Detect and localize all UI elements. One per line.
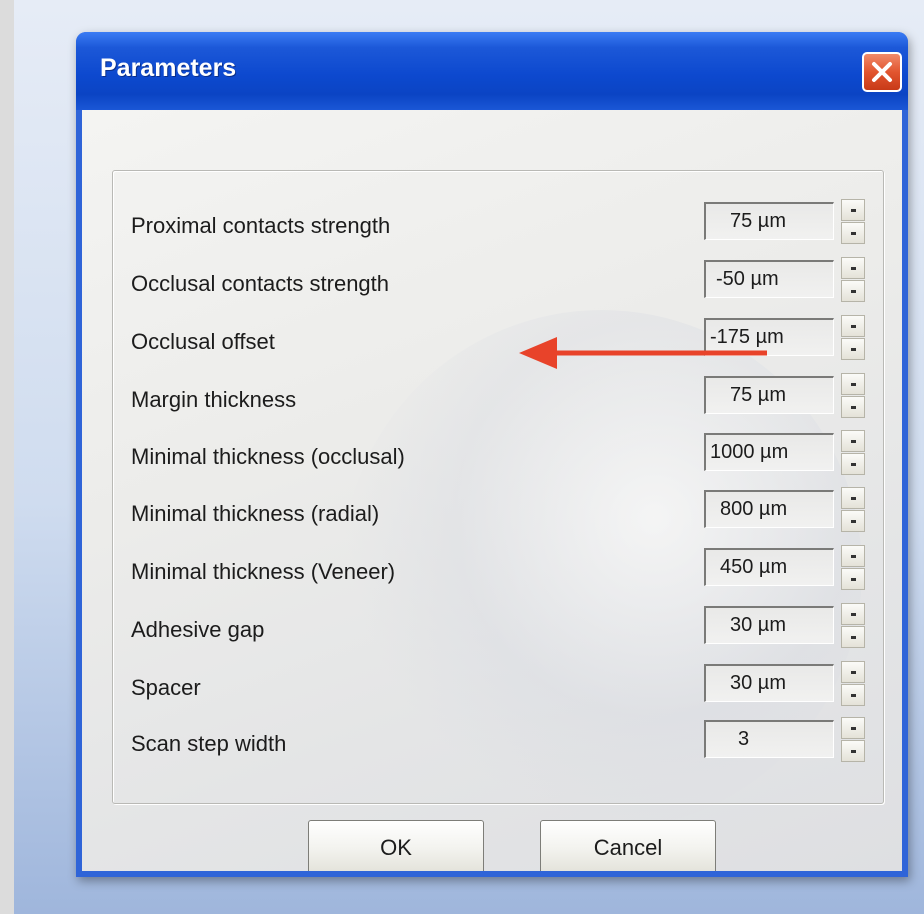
spin-buttons: [841, 661, 865, 707]
param-label: Minimal thickness (occlusal): [131, 444, 405, 469]
spin-down-button[interactable]: [841, 453, 865, 475]
param-value-input[interactable]: 1000 µm: [704, 433, 834, 471]
spin-down-button[interactable]: [841, 338, 865, 360]
param-label: Proximal contacts strength: [131, 213, 391, 238]
param-row-scan-step-width: Scan step width 3: [113, 717, 883, 769]
param-row-occlusal-contacts: Occlusal contacts strength -50 µm: [113, 257, 883, 309]
spin-buttons: [841, 603, 865, 649]
param-value-input[interactable]: 800 µm: [704, 490, 834, 528]
spin-up-button[interactable]: [841, 373, 865, 395]
param-label: Margin thickness: [131, 387, 297, 412]
spin-down-button[interactable]: [841, 626, 865, 648]
spin-buttons: [841, 487, 865, 533]
param-label: Adhesive gap: [131, 617, 265, 642]
window-title: Parameters: [100, 54, 237, 82]
param-label: Minimal thickness (Veneer): [131, 559, 396, 584]
param-label: Scan step width: [131, 731, 287, 756]
spin-up-button[interactable]: [841, 487, 865, 509]
param-label: Occlusal offset: [131, 329, 275, 354]
desktop-background: Parameters Proximal contacts strength 75…: [14, 0, 924, 914]
param-row-min-thickness-radial: Minimal thickness (radial) 800 µm: [113, 487, 883, 539]
param-row-spacer: Spacer 30 µm: [113, 661, 883, 713]
spin-down-button[interactable]: [841, 222, 865, 244]
param-value-input[interactable]: 30 µm: [704, 606, 834, 644]
param-value-input[interactable]: 30 µm: [704, 664, 834, 702]
close-button[interactable]: [862, 52, 902, 92]
param-row-adhesive-gap: Adhesive gap 30 µm: [113, 603, 883, 655]
spin-up-button[interactable]: [841, 199, 865, 221]
param-label: Spacer: [131, 675, 201, 700]
spin-buttons: [841, 315, 865, 361]
arrow-left-icon: [519, 337, 767, 369]
spin-buttons: [841, 199, 865, 245]
spin-buttons: [841, 373, 865, 419]
parameters-group: Proximal contacts strength 75 µm Occlusa…: [112, 170, 884, 804]
param-value-input[interactable]: 3: [704, 720, 834, 758]
spin-buttons: [841, 257, 865, 303]
param-row-proximal-contacts: Proximal contacts strength 75 µm: [113, 199, 883, 251]
parameters-dialog: Parameters Proximal contacts strength 75…: [76, 32, 908, 877]
param-value-input[interactable]: 75 µm: [704, 376, 834, 414]
spin-down-button[interactable]: [841, 740, 865, 762]
spin-up-button[interactable]: [841, 717, 865, 739]
spin-down-button[interactable]: [841, 396, 865, 418]
spin-down-button[interactable]: [841, 280, 865, 302]
spin-buttons: [841, 430, 865, 476]
spin-down-button[interactable]: [841, 510, 865, 532]
param-label: Minimal thickness (radial): [131, 501, 380, 526]
param-row-margin-thickness: Margin thickness 75 µm: [113, 373, 883, 425]
cancel-button[interactable]: Cancel: [540, 820, 716, 871]
spin-up-button[interactable]: [841, 545, 865, 567]
spin-up-button[interactable]: [841, 603, 865, 625]
spin-buttons: [841, 545, 865, 591]
spin-buttons: [841, 717, 865, 763]
param-label: Occlusal contacts strength: [131, 271, 390, 296]
param-value-input[interactable]: 75 µm: [704, 202, 834, 240]
dialog-body: Proximal contacts strength 75 µm Occlusa…: [82, 110, 902, 871]
close-icon: [872, 62, 892, 82]
spin-down-button[interactable]: [841, 568, 865, 590]
param-value-input[interactable]: -50 µm: [704, 260, 834, 298]
spin-up-button[interactable]: [841, 315, 865, 337]
param-row-min-thickness-occlusal: Minimal thickness (occlusal) 1000 µm: [113, 430, 883, 482]
spin-down-button[interactable]: [841, 684, 865, 706]
spin-up-button[interactable]: [841, 257, 865, 279]
param-value-input[interactable]: 450 µm: [704, 548, 834, 586]
param-row-min-thickness-veneer: Minimal thickness (Veneer) 450 µm: [113, 545, 883, 597]
title-bar[interactable]: Parameters: [76, 32, 908, 110]
ok-button[interactable]: OK: [308, 820, 484, 871]
spin-up-button[interactable]: [841, 661, 865, 683]
spin-up-button[interactable]: [841, 430, 865, 452]
